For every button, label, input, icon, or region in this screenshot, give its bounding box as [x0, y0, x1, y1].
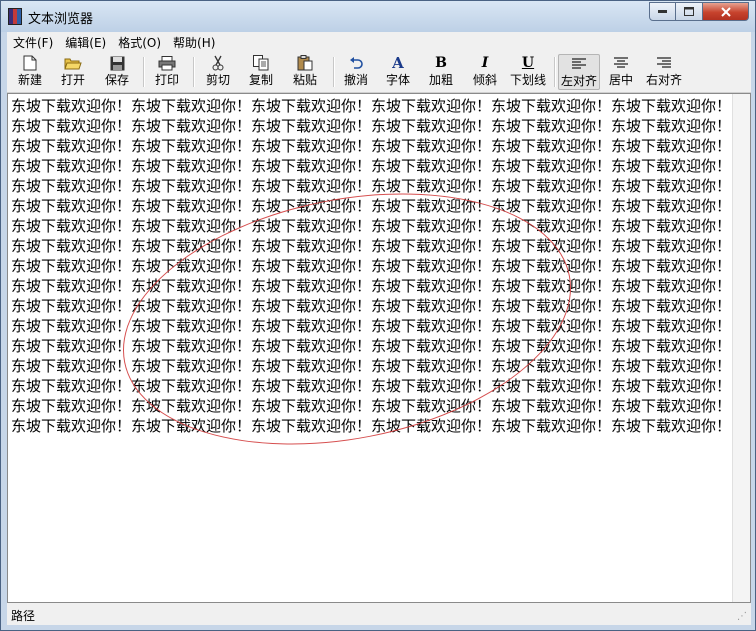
- underline-button[interactable]: U 下划线: [507, 54, 549, 90]
- paste-icon: [297, 54, 313, 72]
- toolbar-separator: [554, 57, 556, 87]
- italic-icon: I: [481, 55, 489, 71]
- cut-label: 剪切: [205, 73, 230, 87]
- printer-icon: [158, 54, 176, 72]
- save-disk-icon: [110, 54, 125, 72]
- toolbar-separator: [143, 57, 145, 87]
- vertical-scrollbar[interactable]: [732, 94, 750, 602]
- underline-label: 下划线: [509, 73, 546, 87]
- menu-bar: 文件(F) 编辑(E) 格式(O) 帮助(H): [7, 32, 751, 52]
- paste-button[interactable]: 粘贴: [285, 54, 325, 90]
- menu-help[interactable]: 帮助(H): [167, 34, 221, 51]
- undo-label: 撤消: [343, 73, 368, 87]
- new-file-icon: [23, 54, 37, 72]
- toolbar-separator: [193, 57, 195, 87]
- window-controls: [649, 2, 749, 21]
- editor-content[interactable]: 东坡下载欢迎你！东坡下载欢迎你！东坡下载欢迎你！东坡下载欢迎你！东坡下载欢迎你！…: [11, 96, 733, 436]
- window-title: 文本浏览器: [28, 12, 94, 27]
- text-editor[interactable]: 东坡下载欢迎你！东坡下载欢迎你！东坡下载欢迎你！东坡下载欢迎你！东坡下载欢迎你！…: [7, 93, 751, 603]
- align-left-button[interactable]: 左对齐: [558, 54, 600, 90]
- maximize-button[interactable]: [676, 2, 703, 21]
- font-label: 字体: [385, 73, 410, 87]
- copy-button[interactable]: 复制: [241, 54, 281, 90]
- italic-label: 倾斜: [472, 73, 497, 87]
- print-label: 打印: [154, 73, 179, 87]
- align-right-label: 右对齐: [645, 73, 682, 87]
- bold-button[interactable]: B 加粗: [421, 54, 461, 90]
- resize-grip-icon[interactable]: ⋰: [737, 611, 749, 623]
- menu-format[interactable]: 格式(O): [112, 34, 167, 51]
- minimize-icon: [658, 10, 667, 13]
- app-book-icon: [8, 8, 22, 25]
- close-icon: [720, 6, 731, 17]
- menu-edit[interactable]: 编辑(E): [59, 34, 112, 51]
- app-window: 文本浏览器 文件(F) 编辑(E) 格式(O) 帮助(H) 新建 打开 保存 打…: [0, 0, 756, 631]
- save-button[interactable]: 保存: [97, 54, 137, 90]
- status-path-label: 路径: [11, 609, 36, 623]
- align-center-icon: [614, 54, 628, 72]
- underline-icon: U: [521, 55, 535, 71]
- align-left-icon: [572, 55, 586, 73]
- scissors-icon: [212, 54, 224, 72]
- paste-label: 粘贴: [292, 73, 317, 87]
- toolbar: 新建 打开 保存 打印 剪切 复制 粘贴 撤消 A 字体 B 加粗 I 倾斜 U…: [7, 52, 751, 93]
- title-bar[interactable]: 文本浏览器: [1, 1, 755, 32]
- bold-icon: B: [435, 55, 447, 71]
- menu-file[interactable]: 文件(F): [7, 34, 59, 51]
- close-button[interactable]: [703, 2, 749, 21]
- print-button[interactable]: 打印: [147, 54, 187, 90]
- new-label: 新建: [17, 73, 42, 87]
- status-bar: 路径 ⋰: [7, 603, 751, 625]
- font-button[interactable]: A 字体: [379, 54, 417, 90]
- align-right-button[interactable]: 右对齐: [643, 54, 685, 90]
- copy-label: 复制: [248, 73, 273, 87]
- new-button[interactable]: 新建: [11, 54, 49, 90]
- align-center-button[interactable]: 居中: [603, 54, 639, 90]
- open-label: 打开: [60, 73, 85, 87]
- minimize-button[interactable]: [649, 2, 676, 21]
- font-A-icon: A: [392, 54, 404, 72]
- cut-button[interactable]: 剪切: [199, 54, 237, 90]
- align-left-label: 左对齐: [560, 74, 597, 88]
- align-center-label: 居中: [608, 73, 633, 87]
- undo-button[interactable]: 撤消: [337, 54, 375, 90]
- copy-icon: [253, 54, 269, 72]
- open-folder-icon: [64, 54, 82, 72]
- maximize-icon: [684, 7, 694, 16]
- italic-button[interactable]: I 倾斜: [465, 54, 505, 90]
- toolbar-separator: [333, 57, 335, 87]
- save-label: 保存: [104, 73, 129, 87]
- align-right-icon: [657, 54, 671, 72]
- open-button[interactable]: 打开: [53, 54, 93, 90]
- undo-icon: [349, 54, 363, 72]
- bold-label: 加粗: [428, 73, 453, 87]
